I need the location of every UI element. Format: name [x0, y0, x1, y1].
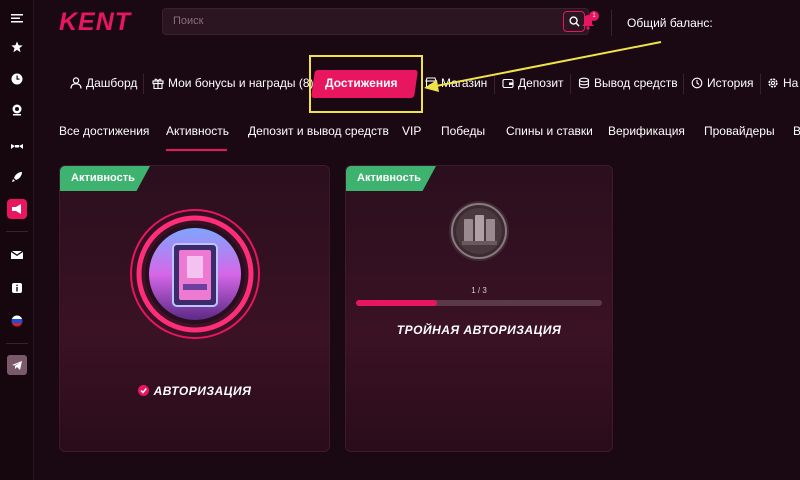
search-input[interactable]: Поиск — [162, 8, 589, 35]
nav-dashboard-label: Дашборд — [86, 76, 138, 90]
star-icon[interactable] — [7, 37, 27, 57]
card-title: ТРОЙНАЯ АВТОРИЗАЦИЯ — [396, 323, 562, 337]
achievement-badge-icon — [127, 206, 263, 342]
filter-wins[interactable]: Победы — [441, 124, 485, 138]
search-placeholder: Поиск — [173, 15, 204, 27]
nav-shop-label: Магазин — [441, 76, 488, 90]
nav-history-label: История — [707, 76, 754, 90]
history-icon — [691, 77, 703, 89]
menu-toggle-icon[interactable] — [7, 8, 27, 28]
nav-withdraw[interactable]: Вывод средств — [578, 76, 678, 90]
achievement-card[interactable]: Активность АВТОРИЗАЦИЯ — [59, 165, 330, 452]
nav-settings[interactable]: На — [767, 76, 798, 90]
nav-shop[interactable]: Магазин — [425, 76, 487, 90]
info-icon[interactable] — [7, 278, 27, 298]
nav-withdraw-label: Вывод средств — [594, 76, 678, 90]
progress-counter: 1 / 3 — [471, 286, 487, 295]
filter-verification[interactable]: Верификация — [608, 124, 685, 138]
nav-history[interactable]: История — [691, 76, 754, 90]
mail-icon[interactable] — [7, 245, 27, 265]
user-icon — [70, 77, 82, 89]
achievement-card[interactable]: Активность 1 / 3 ТРОЙНАЯ АВТОРИЗАЦИЯ — [345, 165, 613, 452]
filter-activity[interactable]: Активность — [166, 124, 229, 138]
progress-fill — [356, 300, 438, 306]
notification-badge: 1 — [589, 11, 599, 21]
filter-vip[interactable]: VIP — [402, 124, 421, 138]
wallet-icon — [502, 78, 514, 89]
nav-settings-label: На — [783, 76, 799, 90]
gift-icon — [152, 78, 164, 89]
sidebar-rail — [0, 0, 34, 480]
check-icon — [137, 385, 149, 397]
brand-logo[interactable]: KENT — [59, 8, 131, 37]
coins-icon — [578, 77, 590, 89]
telegram-icon[interactable] — [7, 355, 27, 375]
progress-bar — [356, 300, 602, 306]
gear-icon — [768, 78, 778, 88]
filter-spins-bets[interactable]: Спины и ставки — [506, 124, 593, 138]
filter-providers[interactable]: Провайдеры — [704, 124, 775, 138]
nav-deposit[interactable]: Депозит — [502, 76, 564, 90]
annotation-highlight-box — [309, 55, 423, 113]
balance-label: Общий баланс: — [627, 16, 713, 30]
nav-deposit-label: Депозит — [518, 76, 564, 90]
nav-bonuses-label: Мои бонусы и награды (8) — [168, 76, 314, 90]
card-title-row: АВТОРИЗАЦИЯ — [60, 384, 329, 398]
top-header: KENT Поиск 1 Общий баланс: — [34, 0, 800, 48]
promo-megaphone-icon[interactable] — [7, 199, 27, 219]
locked-achievement-badge-icon — [449, 201, 509, 261]
clock-icon[interactable] — [7, 69, 27, 89]
filter-deposit-withdraw[interactable]: Депозит и вывод средств — [248, 124, 389, 138]
sports-icon[interactable] — [7, 136, 27, 156]
category-filters: Все достижения Активность Депозит и выво… — [34, 115, 800, 153]
active-filter-underline — [166, 149, 227, 151]
live-casino-icon[interactable] — [7, 100, 27, 120]
card-category-tag: Активность — [60, 166, 150, 191]
language-flag-icon[interactable] — [7, 311, 27, 331]
filter-all[interactable]: Все достижения — [59, 124, 149, 138]
card-title: АВТОРИЗАЦИЯ — [153, 384, 252, 398]
nav-dashboard[interactable]: Дашборд — [70, 76, 137, 90]
rocket-icon[interactable] — [7, 167, 27, 187]
shop-icon — [425, 77, 437, 89]
nav-bonuses[interactable]: Мои бонусы и награды (8) — [152, 76, 314, 90]
card-category-tag: Активность — [346, 166, 436, 191]
filter-more[interactable]: В — [793, 124, 800, 138]
search-icon — [568, 16, 580, 27]
